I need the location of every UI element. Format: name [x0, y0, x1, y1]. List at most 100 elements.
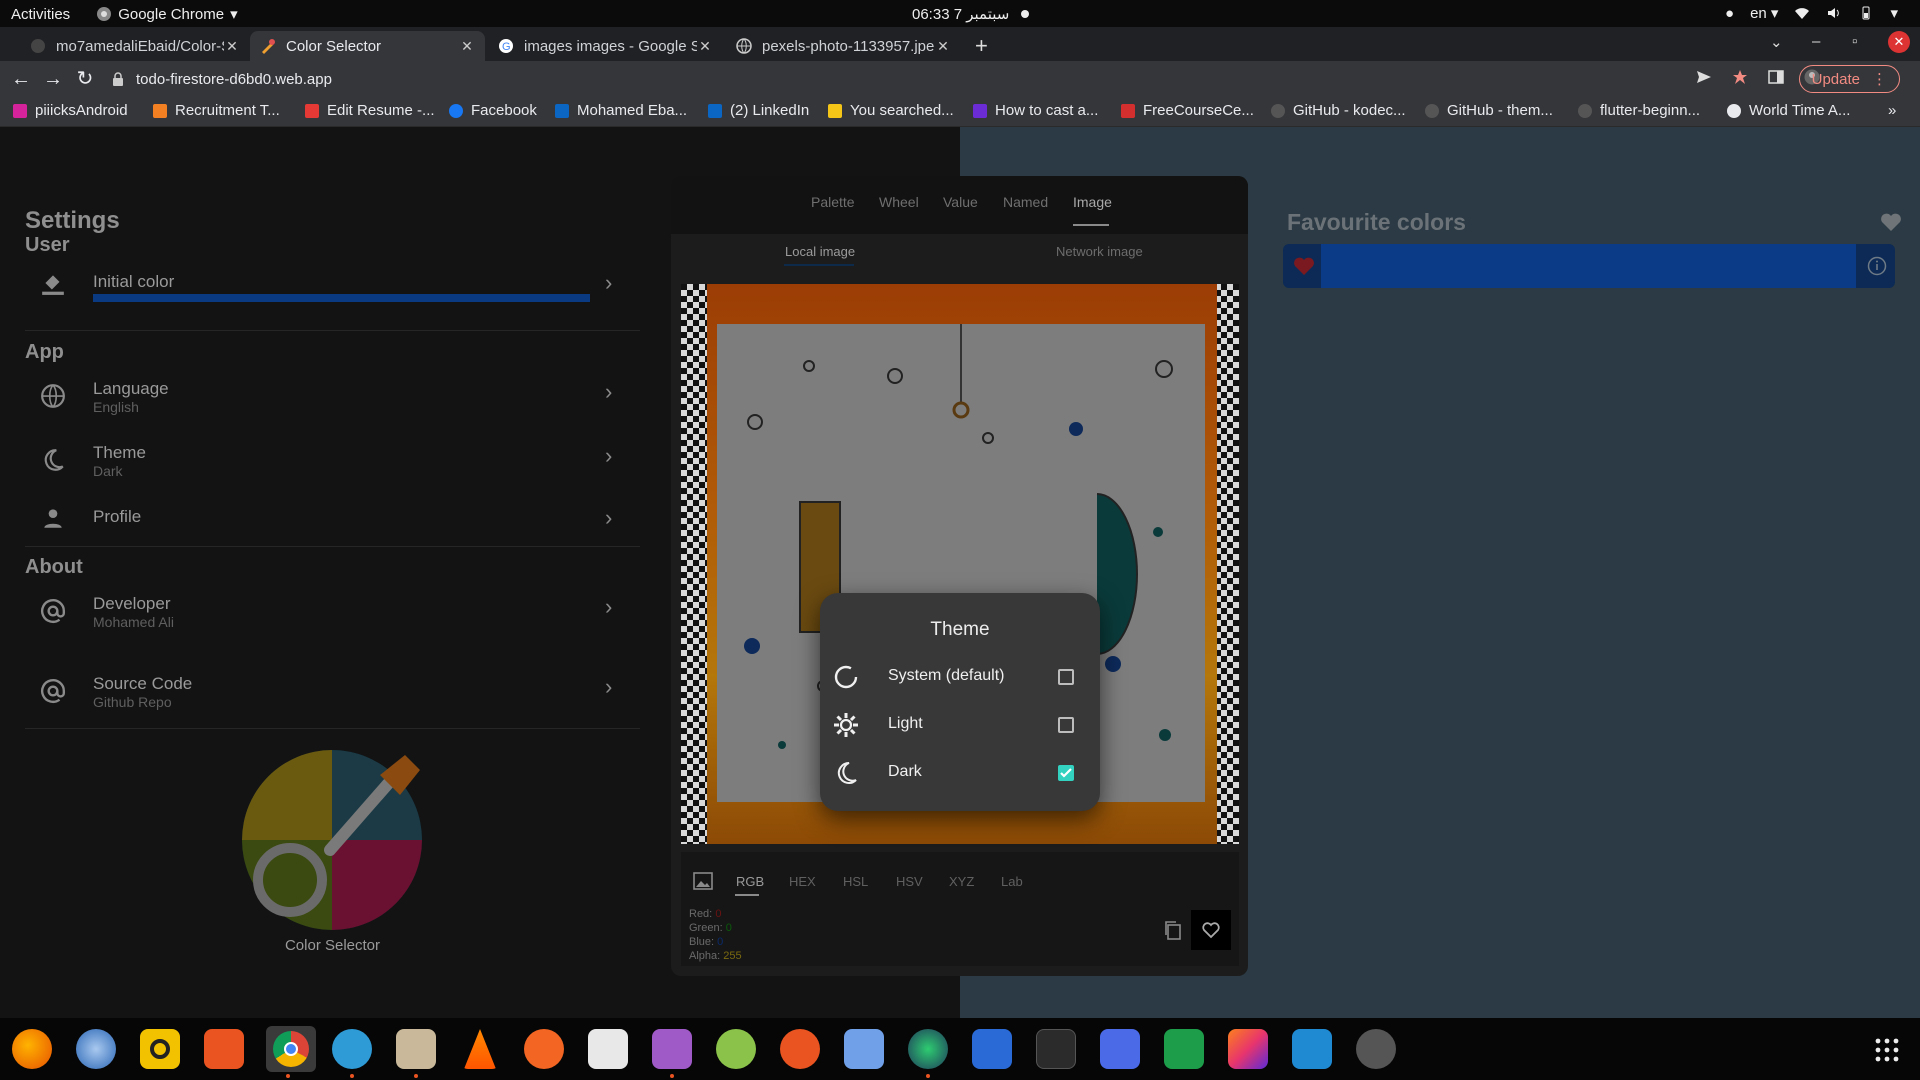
input-language[interactable]: en ▾	[1750, 4, 1778, 22]
vscode-icon[interactable]	[1292, 1029, 1332, 1069]
software-center-icon[interactable]	[204, 1029, 244, 1069]
bookmark-item[interactable]: Edit Resume -...	[305, 102, 435, 119]
side-panel-icon[interactable]	[1768, 69, 1784, 85]
favourite-color-item[interactable]	[1283, 244, 1895, 288]
close-tab-icon[interactable]: ✕	[459, 38, 475, 55]
bookmark-item[interactable]: GitHub - them...	[1425, 102, 1553, 119]
tab-wheel[interactable]: Wheel	[879, 194, 919, 210]
reload-button[interactable]: ↻	[74, 68, 96, 90]
android-app-icon[interactable]	[716, 1029, 756, 1069]
clock[interactable]: 06:33 7 سبتمبر	[912, 5, 1030, 23]
bookmark-star-icon[interactable]	[1732, 69, 1748, 85]
settings-item-profile[interactable]: Profile ›	[25, 505, 640, 545]
checkbox-checked[interactable]	[1058, 765, 1074, 781]
heart-icon[interactable]	[1880, 212, 1902, 232]
tab-palette[interactable]: Palette	[811, 194, 855, 210]
bookmark-item[interactable]: You searched...	[828, 102, 954, 119]
tab-search-chevron-icon[interactable]: ⌄	[1770, 33, 1783, 51]
settings-item-theme[interactable]: Theme Dark ›	[25, 443, 640, 493]
back-button[interactable]: ←	[10, 68, 32, 90]
github-icon	[31, 39, 45, 53]
maximize-button[interactable]: ▫	[1852, 33, 1857, 50]
tab-image[interactable]: Image	[1073, 194, 1112, 210]
bookmark-item[interactable]: (2) LinkedIn	[708, 102, 809, 119]
pen-tool-icon[interactable]	[524, 1029, 564, 1069]
android-studio-icon[interactable]	[332, 1029, 372, 1069]
format-tab-lab[interactable]: Lab	[1001, 874, 1023, 889]
close-tab-icon[interactable]: ✕	[224, 38, 240, 55]
chrome-dock-item[interactable]	[266, 1026, 316, 1072]
bookmark-item[interactable]: piiicksAndroid	[13, 102, 128, 119]
settings-item-initial-color[interactable]: Initial color ›	[25, 270, 640, 320]
color-app-icon[interactable]	[908, 1029, 948, 1069]
tab-network-image[interactable]: Network image	[1056, 244, 1143, 259]
bookmark-item[interactable]: FreeCourseCe...	[1121, 102, 1254, 119]
new-tab-button[interactable]: +	[975, 33, 988, 59]
volume-icon[interactable]	[1826, 5, 1842, 21]
system-menu-chevron-icon[interactable]: ▾	[1890, 4, 1898, 22]
checkbox[interactable]	[1058, 717, 1074, 733]
tasks-icon[interactable]	[844, 1029, 884, 1069]
heart-filled-icon[interactable]	[1293, 256, 1315, 276]
tab-google-images[interactable]: G images images - Google S ✕	[488, 31, 723, 61]
firefox-icon[interactable]	[12, 1029, 52, 1069]
privacy-indicator-icon[interactable]: ●	[1725, 5, 1734, 22]
writer-icon[interactable]	[972, 1029, 1012, 1069]
terminal-icon[interactable]	[1036, 1029, 1076, 1069]
omnibox[interactable]: todo-firestore-d6bd0.web.app	[110, 64, 1690, 94]
bookmark-item[interactable]: Facebook	[449, 102, 537, 119]
screenshot-icon[interactable]	[1100, 1029, 1140, 1069]
favourite-button[interactable]	[1191, 910, 1231, 950]
info-icon[interactable]	[1867, 256, 1887, 276]
send-icon[interactable]	[1696, 69, 1712, 85]
activities-button[interactable]: Activities	[11, 6, 70, 23]
format-tab-rgb[interactable]: RGB	[736, 874, 764, 889]
vlc-icon[interactable]	[464, 1029, 496, 1069]
bookmark-item[interactable]: How to cast a...	[973, 102, 1098, 119]
tab-local-image[interactable]: Local image	[785, 244, 855, 259]
theme-option-light[interactable]: Light	[820, 704, 1100, 744]
calc-icon[interactable]	[1164, 1029, 1204, 1069]
format-tab-hsl[interactable]: HSL	[843, 874, 868, 889]
format-tab-hsv[interactable]: HSV	[896, 874, 923, 889]
format-tab-hex[interactable]: HEX	[789, 874, 816, 889]
ubuntu-icon[interactable]	[780, 1029, 820, 1069]
close-window-button[interactable]: ✕	[1888, 31, 1910, 53]
software-updater-icon[interactable]	[1356, 1029, 1396, 1069]
bookmark-item[interactable]: Recruitment T...	[153, 102, 280, 119]
bookmark-item[interactable]: World Time A...	[1727, 102, 1850, 119]
settings-item-developer[interactable]: Developer Mohamed Ali ›	[25, 594, 640, 644]
minimize-button[interactable]: –	[1812, 33, 1820, 50]
document-viewer-icon[interactable]	[588, 1029, 628, 1069]
image-icon[interactable]	[693, 872, 713, 890]
close-tab-icon[interactable]: ✕	[935, 38, 951, 55]
bookmark-item[interactable]: flutter-beginn...	[1578, 102, 1700, 119]
copy-icon[interactable]	[1163, 920, 1181, 940]
rhythmbox-icon[interactable]	[140, 1029, 180, 1069]
battery-icon[interactable]	[1858, 5, 1874, 21]
checkbox[interactable]	[1058, 669, 1074, 685]
tab-github[interactable]: mo7amedaliEbaid/Color-S ✕	[20, 31, 250, 61]
video-player-icon[interactable]	[652, 1029, 692, 1069]
theme-option-system[interactable]: System (default)	[820, 656, 1100, 696]
close-tab-icon[interactable]: ✕	[697, 38, 713, 55]
format-tab-xyz[interactable]: XYZ	[949, 874, 974, 889]
tab-color-selector[interactable]: Color Selector ✕	[250, 31, 485, 61]
app-grid-icon[interactable]	[1875, 1038, 1899, 1062]
tab-value[interactable]: Value	[943, 194, 978, 210]
thunderbird-icon[interactable]	[76, 1029, 116, 1069]
intellij-icon[interactable]	[1228, 1029, 1268, 1069]
wifi-icon[interactable]	[1794, 5, 1810, 21]
bookmark-item[interactable]: Mohamed Eba...	[555, 102, 687, 119]
settings-item-source-code[interactable]: Source Code Github Repo ›	[25, 674, 640, 724]
forward-button[interactable]: →	[42, 68, 64, 90]
files-icon[interactable]	[396, 1029, 436, 1069]
settings-item-language[interactable]: Language English ›	[25, 379, 640, 429]
tab-pexels-photo[interactable]: pexels-photo-1133957.jpe ✕	[726, 31, 961, 61]
bookmark-item[interactable]: GitHub - kodec...	[1271, 102, 1406, 119]
more-bookmarks-icon[interactable]: »	[1888, 102, 1896, 119]
tab-named[interactable]: Named	[1003, 194, 1048, 210]
app-menu[interactable]: Google Chrome ▾	[96, 5, 238, 23]
theme-option-dark[interactable]: Dark	[820, 752, 1100, 792]
update-button[interactable]: Update ⋮	[1798, 65, 1900, 93]
